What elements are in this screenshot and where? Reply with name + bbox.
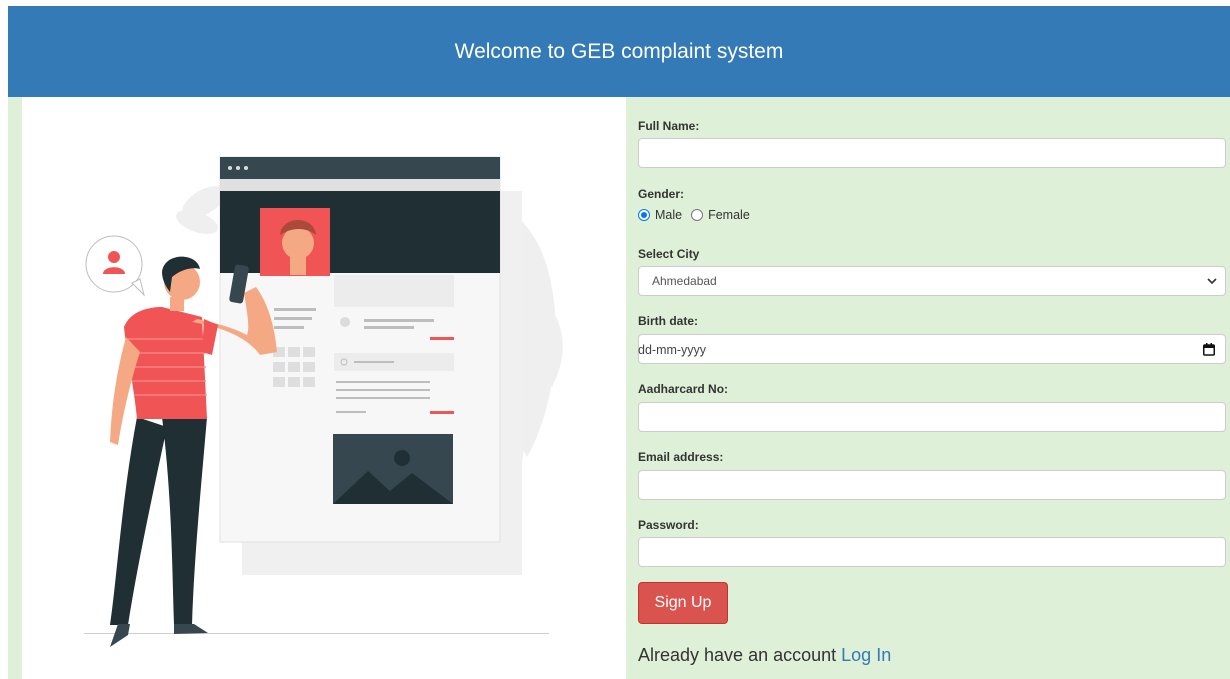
illustration-image [84, 156, 563, 647]
gender-label: Gender: [638, 187, 685, 201]
illustration-panel [22, 97, 626, 679]
gender-female-label[interactable]: Female [708, 208, 750, 222]
password-label: Password: [638, 518, 699, 532]
email-label: Email address: [638, 450, 724, 464]
gender-male-radio[interactable] [638, 209, 650, 221]
aadhar-label: Aadharcard No: [638, 382, 729, 396]
chevron-down-icon [1207, 278, 1217, 285]
aadhar-input[interactable] [638, 402, 1226, 432]
birth-date-placeholder: dd-mm-yyyy [638, 343, 707, 357]
signup-form: Full Name: Gender: Male Female Select Ci… [626, 97, 1230, 679]
page-header: Welcome to GEB complaint system [8, 6, 1230, 97]
password-input[interactable] [638, 537, 1226, 567]
city-selected-value: Ahmedabad [652, 274, 717, 288]
city-select[interactable]: Ahmedabad [638, 266, 1226, 296]
page-title: Welcome to GEB complaint system [454, 39, 784, 63]
gender-radio-group: Male Female [638, 208, 759, 222]
left-strip [8, 97, 22, 679]
login-link[interactable]: Log In [841, 645, 891, 665]
gender-male-label[interactable]: Male [655, 208, 682, 222]
login-prompt-text: Already have an account [638, 645, 837, 665]
calendar-icon[interactable] [1203, 343, 1215, 356]
gender-female-radio[interactable] [691, 209, 704, 221]
browser-titlebar [220, 157, 500, 179]
birth-date-input[interactable]: dd-mm-yyyy [638, 334, 1226, 364]
sign-up-button[interactable]: Sign Up [638, 582, 728, 624]
full-name-input[interactable] [638, 138, 1226, 168]
email-input[interactable] [638, 470, 1226, 500]
user-avatar-icon [108, 251, 120, 263]
login-prompt: Already have an account Log In [638, 645, 891, 666]
birth-date-label: Birth date: [638, 314, 698, 328]
city-label: Select City [638, 247, 700, 261]
full-name-label: Full Name: [638, 119, 700, 133]
signup-page: Welcome to GEB complaint system Full Nam… [0, 0, 1230, 679]
